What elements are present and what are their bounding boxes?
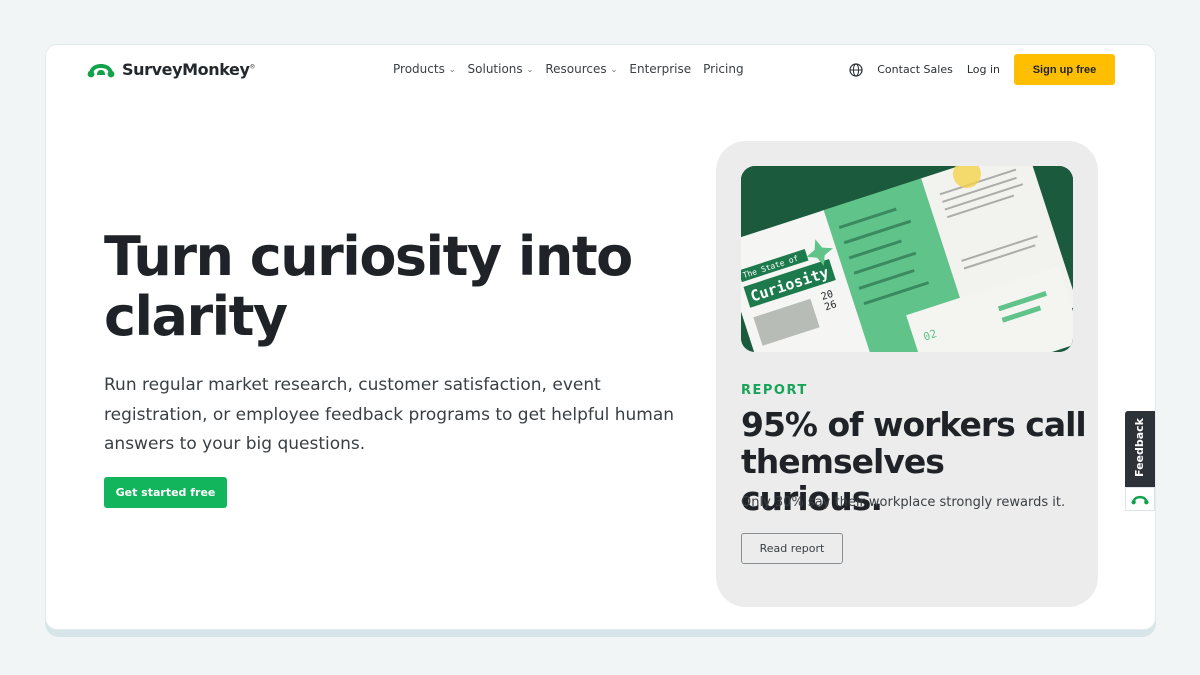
nav-enterprise[interactable]: Enterprise — [629, 62, 691, 76]
feedback-label: Feedback — [1133, 418, 1146, 477]
globe-icon[interactable] — [849, 62, 863, 77]
main-nav: Products ⌄ Solutions ⌄ Resources ⌄ Enterpri… — [393, 62, 744, 76]
login-link[interactable]: Log in — [967, 63, 1000, 76]
brand-name: SurveyMonkey® — [122, 59, 256, 79]
feedback-tab[interactable]: Feedback — [1125, 411, 1155, 511]
surveymonkey-small-icon — [1125, 487, 1155, 511]
nav-resources[interactable]: Resources ⌄ — [545, 62, 617, 76]
report-card: 02 The State of The State of Curiosity 2… — [716, 141, 1098, 607]
page-window: SurveyMonkey® Products ⌄ Solutions ⌄ Resou… — [45, 44, 1156, 630]
hero-subtext: Run regular market research, customer sa… — [104, 375, 675, 454]
header-actions: Contact Sales Log in Sign up free — [849, 54, 1115, 85]
report-cover-image: 02 The State of The State of Curiosity 2… — [741, 166, 1073, 352]
chevron-down-icon: ⌄ — [610, 64, 618, 74]
report-booklet-illustration: 02 The State of The State of Curiosity 2… — [741, 166, 1073, 352]
nav-products[interactable]: Products ⌄ — [393, 62, 456, 76]
nav-pricing[interactable]: Pricing — [703, 62, 743, 76]
get-started-button[interactable]: Get started free — [104, 477, 227, 508]
contact-sales-link[interactable]: Contact Sales — [877, 63, 953, 76]
nav-solutions[interactable]: Solutions ⌄ — [468, 62, 534, 76]
signup-button[interactable]: Sign up free — [1014, 54, 1115, 85]
report-label: REPORT — [741, 383, 808, 398]
report-subtitle: Only 30% say their workplace strongly re… — [741, 495, 1066, 510]
chevron-down-icon: ⌄ — [526, 64, 534, 74]
hero-headline: Turn curiosity into clarity — [104, 225, 633, 348]
surveymonkey-logo-icon — [87, 64, 115, 78]
read-report-button[interactable]: Read report — [741, 533, 843, 564]
surveymonkey-logo[interactable]: SurveyMonkey® — [86, 58, 255, 80]
chevron-down-icon: ⌄ — [448, 64, 456, 74]
